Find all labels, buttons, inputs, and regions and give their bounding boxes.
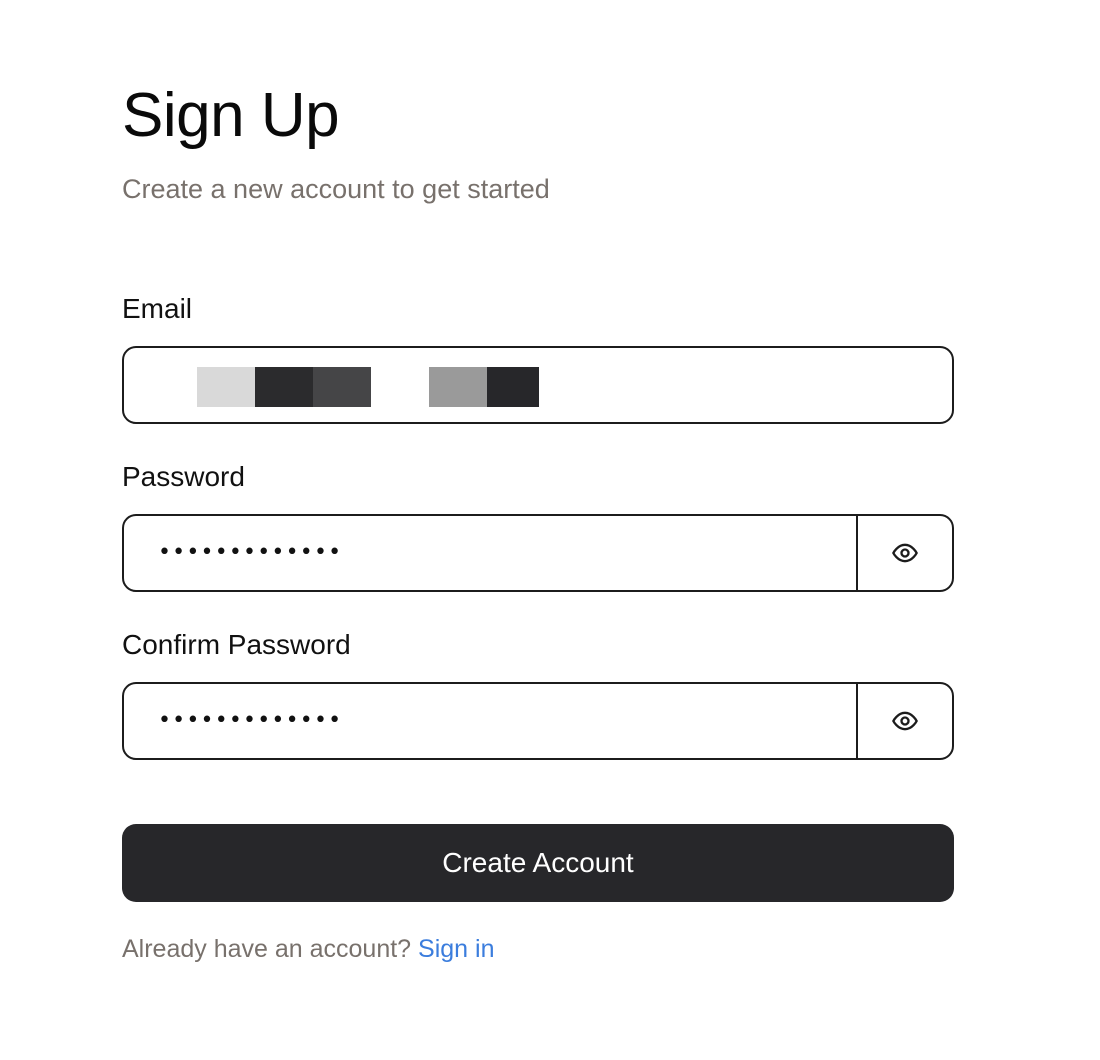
redaction-block [487,367,539,407]
redaction-block [197,367,255,407]
password-masked-value: ••••••••••••• [158,540,343,565]
redaction-block [313,367,371,407]
signin-prompt-text: Already have an account? [122,935,412,963]
confirm-password-field[interactable]: ••••••••••••• [124,684,856,758]
signin-prompt: Already have an account? Sign in [122,932,495,966]
confirm-password-masked-value: ••••••••••••• [158,708,343,733]
email-value-redacted [197,367,539,407]
sign-in-link[interactable]: Sign in [418,935,494,963]
redaction-block [371,367,429,407]
show-password-button[interactable] [856,516,952,590]
confirm-password-field-wrapper: ••••••••••••• [122,682,954,760]
redaction-block [429,367,487,407]
redaction-block [255,367,313,407]
password-label: Password [122,461,245,492]
page-subtitle: Create a new account to get started [122,174,550,204]
password-field-wrapper: ••••••••••••• [122,514,954,592]
email-label: Email [122,293,193,324]
password-field[interactable]: ••••••••••••• [124,516,856,590]
email-field[interactable] [122,346,954,424]
show-confirm-password-button[interactable] [856,684,952,758]
confirm-password-label: Confirm Password [122,629,351,660]
eye-icon [892,543,918,563]
eye-icon [892,711,918,731]
create-account-button[interactable]: Create Account [122,824,954,902]
page-title: Sign Up [122,81,340,150]
